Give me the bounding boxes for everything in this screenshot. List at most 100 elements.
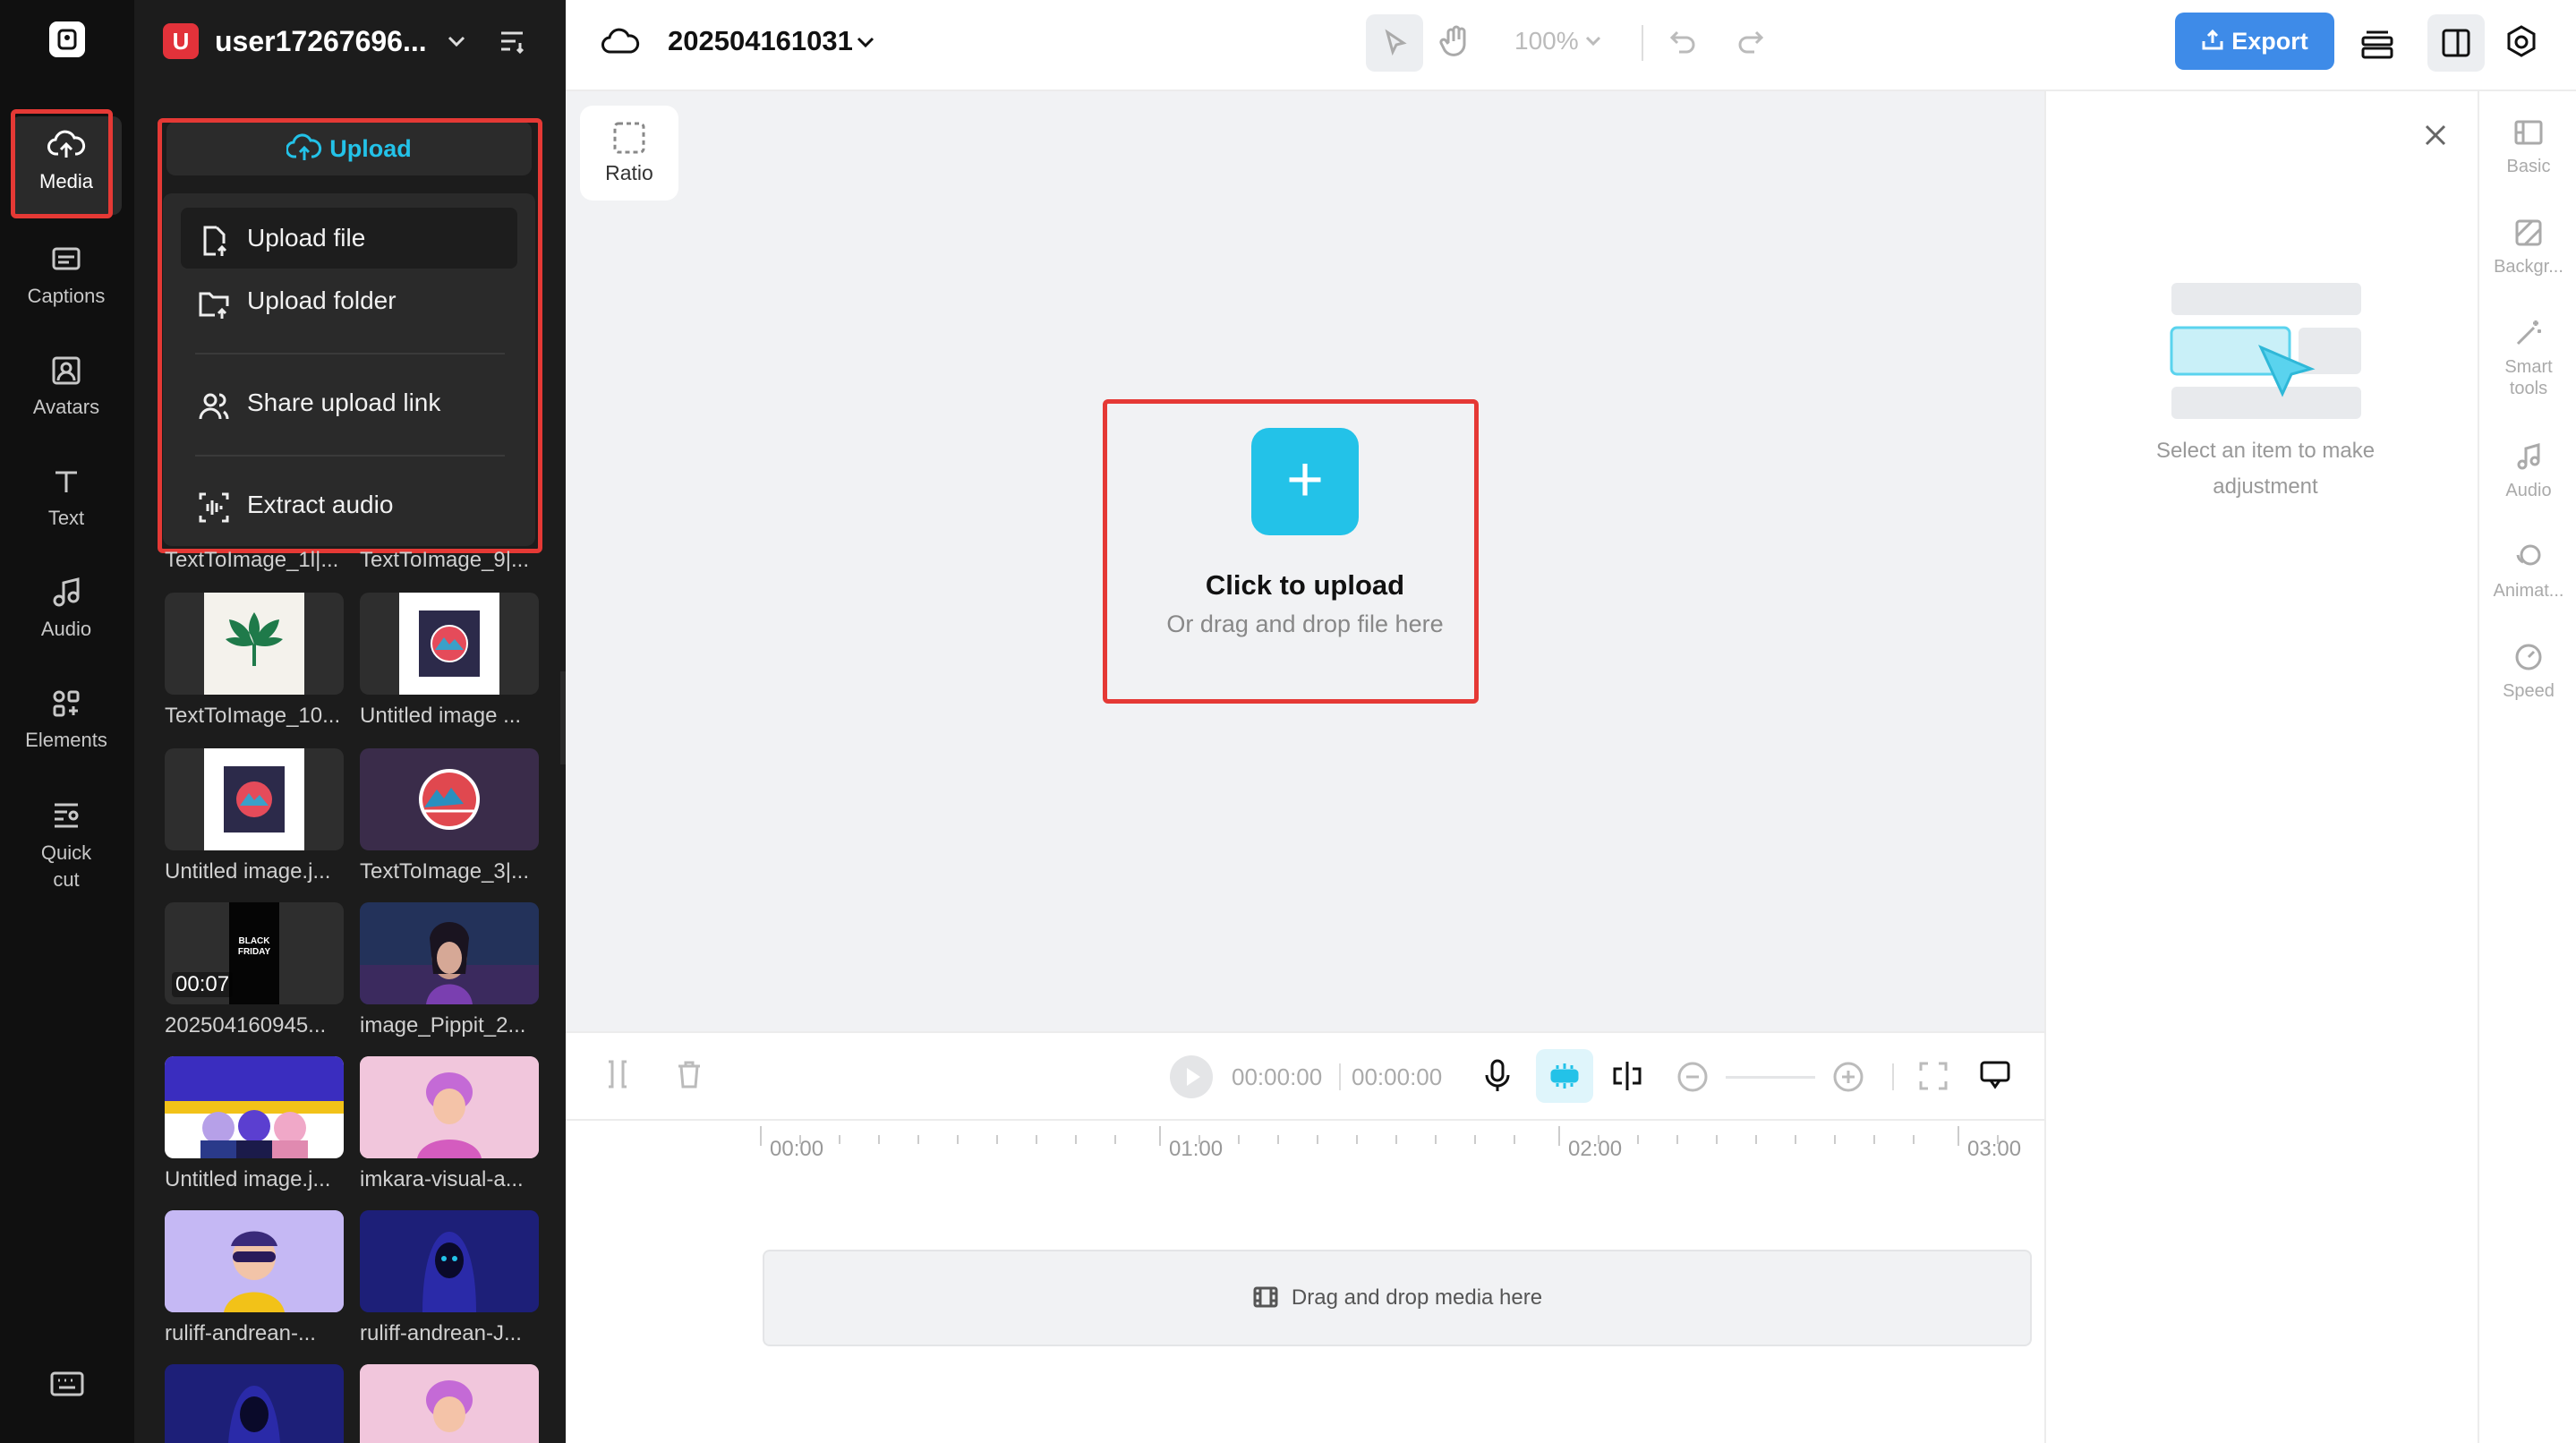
media-item[interactable]: Untitled image ... xyxy=(360,593,539,729)
split-align-icon[interactable] xyxy=(1609,1058,1645,1094)
ratio-icon xyxy=(613,122,645,154)
rail-item-label: Avatars xyxy=(32,396,100,418)
media-item[interactable]: imkara-visual-a... xyxy=(360,1056,539,1192)
left-rail: Media Captions Avatars Text Audio Elemen… xyxy=(0,0,134,1443)
tab-smart-tools[interactable]: Smart tools xyxy=(2479,317,2576,399)
menu-item-share-upload-link[interactable]: Share upload link xyxy=(181,372,517,433)
zoom-slider[interactable] xyxy=(1726,1076,1815,1079)
media-thumbnail xyxy=(165,1210,344,1312)
undo-icon[interactable] xyxy=(1667,25,1699,57)
upload-dropdown-menu: Upload file Upload folder Share upload l… xyxy=(163,193,535,546)
rail-item-media[interactable]: Media xyxy=(11,116,122,215)
tab-speed[interactable]: Speed xyxy=(2479,641,2576,702)
tab-audio[interactable]: Audio xyxy=(2479,440,2576,501)
auto-snap-toggle[interactable] xyxy=(1536,1049,1593,1103)
media-item[interactable] xyxy=(360,1364,539,1443)
menu-item-upload-folder[interactable]: Upload folder xyxy=(181,270,517,331)
chevron-down-icon[interactable] xyxy=(852,29,879,56)
media-thumbnail xyxy=(360,902,539,1004)
rail-item-elements[interactable]: Elements xyxy=(11,675,122,773)
speed-icon xyxy=(2515,644,2542,670)
media-caption: TextToImage_10... xyxy=(165,704,341,728)
export-button[interactable]: Export xyxy=(2175,13,2334,70)
microphone-icon[interactable] xyxy=(1482,1058,1513,1094)
property-tabs: Basic Backgr... Smart tools Audio Animat… xyxy=(2478,91,2576,1443)
folder-upload-icon xyxy=(199,292,229,319)
close-icon[interactable] xyxy=(2422,122,2449,149)
media-item[interactable] xyxy=(165,1364,344,1443)
fit-screen-icon[interactable] xyxy=(1917,1060,1949,1092)
redo-icon[interactable] xyxy=(1735,25,1767,57)
menu-item-label: Extract audio xyxy=(247,491,394,518)
play-icon[interactable] xyxy=(1169,1054,1214,1099)
timeline-drop-zone[interactable]: Drag and drop media here xyxy=(763,1250,2032,1346)
trash-icon[interactable] xyxy=(675,1058,704,1090)
svg-text:FRIDAY: FRIDAY xyxy=(238,947,271,957)
chevron-down-icon[interactable] xyxy=(1582,30,1604,52)
rail-item-label: Elements xyxy=(25,729,107,751)
rail-item-captions[interactable]: Captions xyxy=(11,231,122,329)
comment-screen-icon[interactable] xyxy=(1978,1058,2012,1092)
media-caption: Untitled image ... xyxy=(360,704,522,728)
file-upload-icon xyxy=(203,226,227,256)
cloud-icon[interactable] xyxy=(601,25,641,57)
media-item[interactable]: ruliff-andrean-... xyxy=(165,1210,344,1346)
media-item[interactable]: Untitled image.j... xyxy=(165,1056,344,1192)
tab-animation[interactable]: Animat... xyxy=(2479,541,2576,602)
hand-icon[interactable] xyxy=(1437,23,1473,59)
split-icon[interactable] xyxy=(603,1058,632,1090)
toolbar-divider xyxy=(1892,1063,1894,1090)
media-item[interactable]: image_Pippit_2... xyxy=(360,902,539,1038)
zoom-in-icon[interactable] xyxy=(1831,1060,1865,1094)
layout-toggle-button[interactable] xyxy=(2427,14,2485,72)
current-time: 00:00:00 xyxy=(1232,1063,1323,1090)
menu-item-label: Share upload link xyxy=(247,388,441,416)
rail-item-label: Text xyxy=(47,507,85,529)
empty-selection-illustration xyxy=(2170,283,2361,419)
ruler-label: 00:00 xyxy=(770,1137,824,1161)
zoom-out-icon[interactable] xyxy=(1676,1060,1710,1094)
click-to-upload-title[interactable]: Click to upload xyxy=(1192,569,1418,602)
media-thumbnail xyxy=(360,593,539,695)
gear-icon[interactable] xyxy=(2503,23,2540,61)
media-thumbnail xyxy=(360,1056,539,1158)
add-media-button[interactable]: + xyxy=(1251,428,1359,535)
menu-item-extract-audio[interactable]: Extract audio xyxy=(181,474,517,535)
layers-stack-icon[interactable] xyxy=(2358,23,2397,63)
tab-background[interactable]: Backgr... xyxy=(2479,217,2576,278)
rail-item-label: Audio xyxy=(40,618,92,640)
username[interactable]: user17267696... xyxy=(215,25,427,58)
tab-basic[interactable]: Basic xyxy=(2479,116,2576,177)
sort-menu-icon[interactable] xyxy=(496,25,528,57)
zoom-level[interactable]: 100% xyxy=(1514,27,1579,56)
app-logo[interactable] xyxy=(49,21,85,57)
rail-item-avatars[interactable]: Avatars xyxy=(11,342,122,440)
media-item[interactable]: Untitled image.j... xyxy=(165,748,344,884)
media-item[interactable]: TextToImage_10... xyxy=(165,593,344,729)
rail-item-audio[interactable]: Audio xyxy=(11,564,122,662)
chevron-down-icon[interactable] xyxy=(440,25,473,57)
menu-item-upload-file[interactable]: Upload file xyxy=(181,208,517,269)
media-thumbnail xyxy=(165,1364,344,1443)
media-item[interactable]: TextToImage_3|... xyxy=(360,748,539,884)
media-thumbnail xyxy=(165,1056,344,1158)
upload-button[interactable]: Upload xyxy=(166,122,532,175)
cloud-upload-icon xyxy=(286,133,322,160)
ruler-label: 02:00 xyxy=(1568,1137,1623,1161)
media-item[interactable]: BLACK FRIDAY 00:07 202504160945... xyxy=(165,902,344,1038)
rail-item-text[interactable]: Text xyxy=(11,453,122,551)
background-icon xyxy=(2515,219,2542,246)
media-thumbnail xyxy=(165,593,344,695)
rail-item-quick-cut[interactable]: Quick cut xyxy=(11,786,122,902)
media-item[interactable]: TextToImage_9|... xyxy=(360,548,539,573)
media-item[interactable]: ruliff-andrean-J... xyxy=(360,1210,539,1346)
keyboard-icon[interactable] xyxy=(50,1370,84,1398)
select-tool-button[interactable] xyxy=(1366,14,1423,72)
user-avatar[interactable]: U xyxy=(163,23,199,59)
magnet-link-icon xyxy=(1550,1063,1579,1089)
captions-icon xyxy=(52,247,81,270)
project-name[interactable]: 202504161031 xyxy=(668,25,853,57)
media-item[interactable]: TextToImage_1l|... xyxy=(165,548,344,573)
ratio-button[interactable]: Ratio xyxy=(580,106,678,201)
rail-item-label: Media xyxy=(39,170,93,192)
